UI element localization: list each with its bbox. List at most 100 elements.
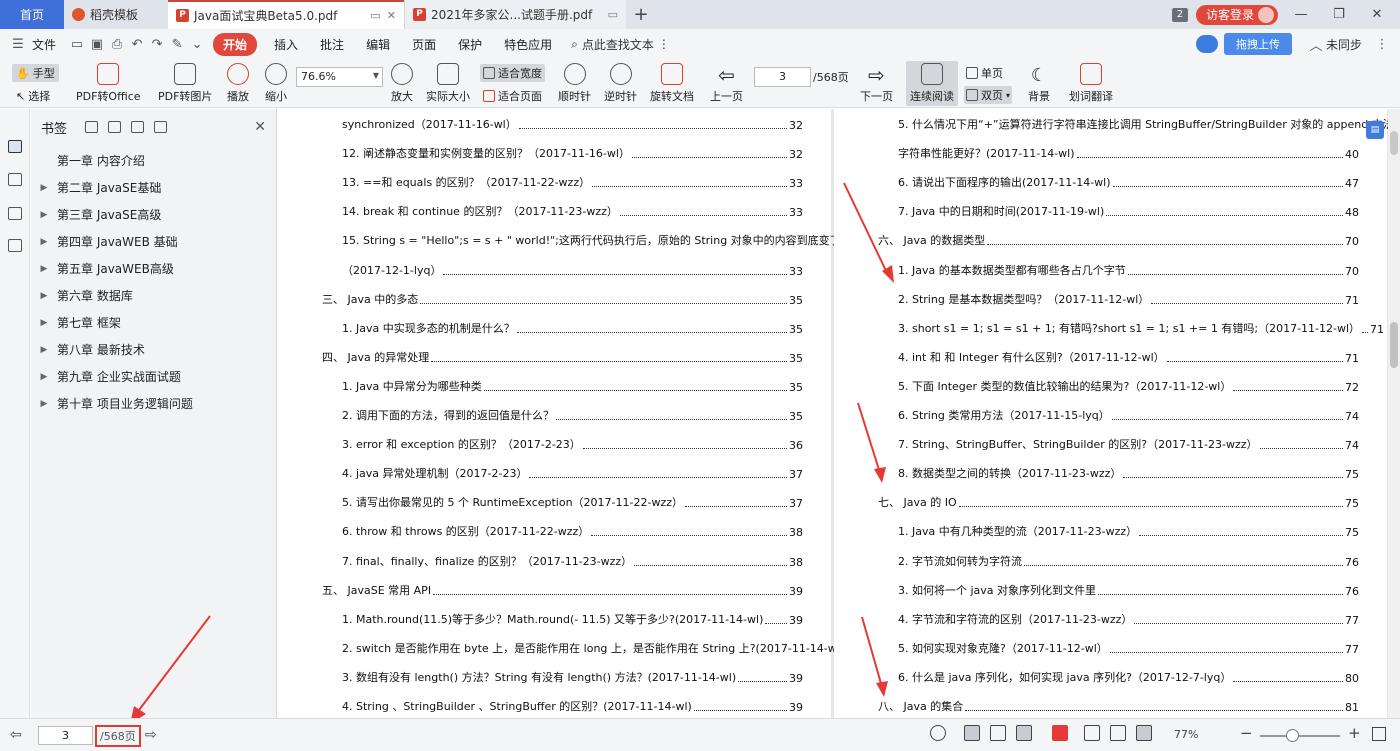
- sync-status[interactable]: 未同步: [1326, 36, 1372, 53]
- toc-entry[interactable]: 1. Java 中实现多态的机制是什么？ 35: [342, 320, 803, 336]
- play-slideshow-icon[interactable]: [1052, 725, 1068, 741]
- word-translate-button[interactable]: 划词翻译: [1069, 63, 1113, 104]
- bookmark-settings-icon[interactable]: [131, 121, 145, 133]
- chevron-down-icon[interactable]: ▾: [1006, 91, 1010, 100]
- toc-entry[interactable]: 7. Java 中的日期和时间(2017-11-19-wl) 48: [898, 203, 1359, 219]
- document-viewport[interactable]: synchronized（2017-11-16-wl） 32 12. 阐述静态变量和…: [278, 109, 1388, 718]
- chevron-right-icon[interactable]: ▶: [31, 264, 57, 274]
- undo-icon[interactable]: ↶: [127, 37, 147, 52]
- rotate-clockwise-button[interactable]: 顺时针: [558, 63, 591, 104]
- toc-entry[interactable]: 6. String 类常用方法（2017-11-15-lyq） 74: [898, 407, 1359, 423]
- chevron-right-icon[interactable]: ▶: [31, 345, 57, 355]
- annotation-icon[interactable]: [8, 207, 22, 220]
- fit-page-status-icon[interactable]: [1110, 725, 1126, 741]
- toc-entry[interactable]: 4. java 异常处理机制（2017-2-23） 37: [342, 465, 803, 481]
- zoom-slider-handle[interactable]: [1286, 729, 1299, 742]
- menu-insert[interactable]: 插入: [263, 36, 309, 53]
- chevron-right-icon[interactable]: ▶: [31, 291, 57, 301]
- chevron-up-icon[interactable]: ︿: [1306, 35, 1326, 54]
- menu-file[interactable]: 文件: [28, 36, 67, 53]
- vertical-scrollbar[interactable]: [1388, 109, 1400, 718]
- chevron-right-icon[interactable]: ▶: [31, 372, 57, 382]
- bookmark-item[interactable]: ▶ 第七章 框架: [31, 309, 276, 336]
- toc-entry[interactable]: 1. Java 的基本数据类型都有哪些各占几个字节 70: [898, 262, 1359, 278]
- actual-size-status-icon[interactable]: [1084, 725, 1100, 741]
- menu-edit[interactable]: 编辑: [355, 36, 401, 53]
- toc-entry[interactable]: 8. 数据类型之间的转换（2017-11-23-wzz） 75: [898, 465, 1359, 481]
- bookmark-item[interactable]: ▶ 第五章 JavaWEB高级: [31, 255, 276, 282]
- more-vertical-icon[interactable]: ⋮: [1372, 37, 1392, 52]
- toc-entry[interactable]: 3. short s1 = 1; s1 = s1 + 1; 有错吗?short …: [898, 320, 1384, 336]
- toc-entry[interactable]: 2. 调用下面的方法，得到的返回值是什么？ 35: [342, 407, 803, 423]
- bookmark-item[interactable]: ▶ 第二章 JavaSE基础: [31, 174, 276, 201]
- page-number-input[interactable]: 3: [754, 67, 811, 87]
- bookmark-item[interactable]: ▶ 第六章 数据库: [31, 282, 276, 309]
- cloud-upload-area[interactable]: 拖拽上传: [1195, 33, 1292, 55]
- toc-entry[interactable]: 八、 Java 的集合 81: [878, 698, 1359, 714]
- continuous-reading-button[interactable]: 连续阅读: [906, 61, 958, 106]
- zoom-out-button[interactable]: 缩小: [265, 63, 287, 104]
- next-page-button[interactable]: ⇨ 下一页: [860, 63, 893, 104]
- toc-entry[interactable]: 字符串性能更好？(2017-11-14-wl) 40: [898, 145, 1359, 161]
- menu-protect[interactable]: 保护: [447, 36, 493, 53]
- menu-start[interactable]: 开始: [213, 32, 258, 56]
- add-bookmark-icon[interactable]: [85, 121, 99, 133]
- tab-active-document[interactable]: P Java面试宝典Beta5.0.pdf ▭ ✕: [168, 0, 404, 29]
- previous-page-button[interactable]: ⇦ 上一页: [710, 63, 743, 104]
- tab-close-icon[interactable]: ✕: [387, 9, 396, 22]
- toc-entry[interactable]: 2. switch 是否能作用在 byte 上，是否能作用在 long 上，是否…: [342, 640, 868, 656]
- restore-icon[interactable]: ❐: [1324, 7, 1354, 22]
- status-page-input[interactable]: 3: [38, 726, 93, 745]
- find-text-search[interactable]: ⌕ 点此查找文本 ⋮: [563, 36, 678, 53]
- toc-entry[interactable]: 3. error 和 exception 的区别？（2017-2-23） 36: [342, 436, 803, 452]
- delete-bookmark-icon[interactable]: [154, 121, 168, 133]
- chevron-right-icon[interactable]: ▶: [31, 399, 57, 409]
- double-page-button[interactable]: 双页 ▾: [964, 86, 1013, 104]
- toc-entry[interactable]: 5. 如何实现对象克隆?（2017-11-12-wl） 77: [898, 640, 1359, 656]
- toc-entry[interactable]: 12. 阐述静态变量和实例变量的区别？（2017-11-16-wl） 32: [342, 145, 803, 161]
- chevron-right-icon[interactable]: ▶: [31, 183, 57, 193]
- toc-entry[interactable]: 13. ==和 equals 的区别？（2017-11-22-wzz） 33: [342, 174, 803, 190]
- toc-entry-text[interactable]: 5. 什么情况下用“+”运算符进行字符串连接比调用 StringBuffer/S…: [898, 116, 1388, 132]
- rotate-document-button[interactable]: 旋转文档: [650, 63, 694, 104]
- eye-protection-icon[interactable]: [930, 725, 946, 741]
- save-icon[interactable]: ▣: [87, 37, 107, 52]
- toc-entry[interactable]: 6. 什么是 java 序列化，如何实现 java 序列化?（2017-12-7…: [898, 669, 1359, 685]
- side-assistant-icon[interactable]: ▤: [1366, 121, 1384, 139]
- toc-entry[interactable]: （2017-12-1-lyq） 33: [342, 262, 803, 278]
- toc-entry[interactable]: 3. 如何将一个 java 对象序列化到文件里 76: [898, 582, 1359, 598]
- toc-entry[interactable]: 七、 Java 的 IO 75: [878, 494, 1359, 510]
- chevron-down-icon[interactable]: ⌄: [187, 37, 207, 52]
- print-icon[interactable]: ⎙: [107, 37, 127, 52]
- drag-upload-button[interactable]: 拖拽上传: [1223, 33, 1292, 55]
- edit-pdf-icon[interactable]: ✎: [167, 37, 187, 52]
- menu-features[interactable]: 特色应用: [493, 36, 563, 53]
- toc-entry[interactable]: 4. 字节流和字符流的区别（2017-11-23-wzz） 77: [898, 611, 1359, 627]
- toc-entry[interactable]: 4. int 和 和 Integer 有什么区别?（2017-11-12-wl）…: [898, 349, 1359, 365]
- rotate-counterclockwise-button[interactable]: 逆时针: [604, 63, 637, 104]
- next-page-arrow-icon[interactable]: ⇨: [145, 727, 157, 743]
- toc-entry[interactable]: 6. 请说出下面程序的输出(2017-11-14-wl) 47: [898, 174, 1359, 190]
- close-icon[interactable]: ✕: [254, 119, 266, 135]
- bookmark-item[interactable]: ▶ 第十章 项目业务逻辑问题: [31, 390, 276, 417]
- toc-entry[interactable]: 6. throw 和 throws 的区别（2017-11-22-wzz） 38: [342, 523, 803, 539]
- toc-entry[interactable]: 六、 Java 的数据类型 70: [878, 232, 1359, 248]
- tab-daoke-templates[interactable]: 稻壳模板: [64, 0, 168, 29]
- menu-annotate[interactable]: 批注: [309, 36, 355, 53]
- pdf-to-office-button[interactable]: PDF转Office: [76, 63, 141, 104]
- fullscreen-icon[interactable]: [1372, 727, 1386, 741]
- toc-entry[interactable]: 7. String、StringBuffer、StringBuilder 的区别…: [898, 436, 1359, 452]
- tab-screen-icon[interactable]: ▭: [608, 8, 618, 21]
- scrollbar-thumb[interactable]: [1390, 322, 1398, 368]
- toc-entry[interactable]: 14. break 和 continue 的区别？（2017-11-23-wzz…: [342, 203, 803, 219]
- hand-tool-button[interactable]: ✋ 手型: [12, 64, 59, 82]
- toc-entry[interactable]: 2. String 是基本数据类型吗？（2017-11-12-wl） 71: [898, 291, 1359, 307]
- select-tool-button[interactable]: ↖ 选择: [16, 88, 50, 104]
- toc-entry[interactable]: 五、 JavaSE 常用 API 39: [322, 582, 803, 598]
- toc-entry[interactable]: 5. 下面 Integer 类型的数值比较输出的结果为?（2017-11-12-…: [898, 378, 1359, 394]
- actual-size-button[interactable]: 实际大小: [426, 63, 470, 104]
- toc-entry[interactable]: 1. Java 中异常分为哪些种类 35: [342, 378, 803, 394]
- double-view-icon[interactable]: [1016, 725, 1032, 741]
- more-vertical-icon[interactable]: ⋮: [658, 37, 670, 51]
- zoom-plus-icon[interactable]: +: [1348, 724, 1361, 742]
